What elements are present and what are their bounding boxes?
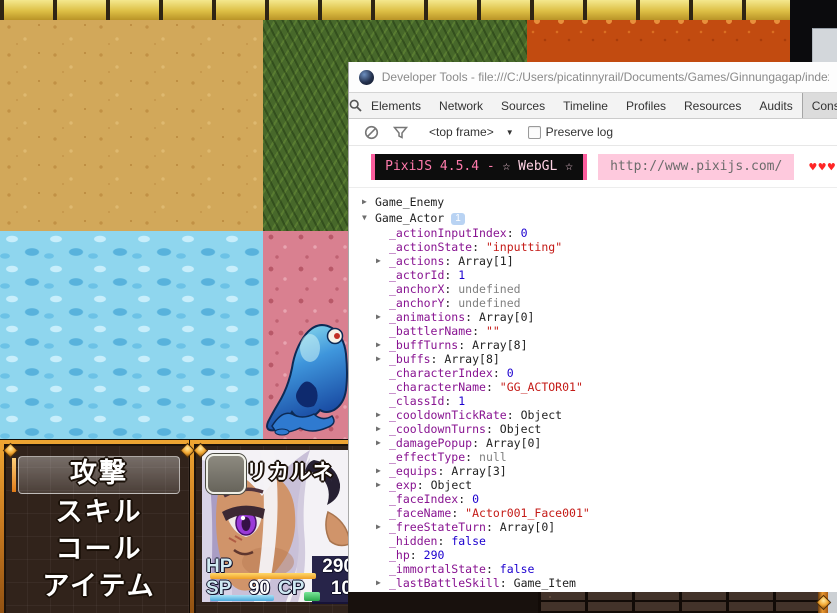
console-property-row[interactable]: _effectType: null — [389, 450, 837, 464]
command-item[interactable]: スキル — [18, 495, 180, 531]
screen: 攻撃 スキル コール アイテム リカルネ HP 290 SP 90 CP 10 … — [0, 0, 837, 613]
console-property-row[interactable]: _faceName: "Actor001_Face001" — [389, 506, 837, 520]
pixi-banner-url: http://www.pixijs.com/ — [598, 154, 795, 180]
command-item[interactable]: 攻撃 — [12, 456, 180, 494]
console-property-row[interactable]: _lastCommandSymbol: "" — [389, 590, 837, 592]
clear-console-icon[interactable] — [364, 125, 379, 140]
console-property-row[interactable]: ▶ _buffTurns: Array[8] — [376, 338, 837, 352]
console-property-row[interactable]: _characterName: "GG_ACTOR01" — [389, 380, 837, 394]
pixi-banner-row: PixiJS 4.5.4 - ☆ WebGL ☆ http://www.pixi… — [349, 146, 837, 188]
console-property-row[interactable]: _hp: 290 — [389, 548, 837, 562]
devtools-tabs: Elements Network Sources Timeline Profiles Re… — [349, 93, 837, 119]
filter-icon[interactable] — [393, 125, 408, 140]
battle-command-window: 攻撃 スキル コール アイテム — [0, 440, 198, 613]
cp-label: CP — [278, 578, 305, 599]
collapse-arrow-icon[interactable]: ▼ — [362, 210, 367, 226]
console-property-row[interactable]: ▶ _animations: Array[0] — [376, 310, 837, 324]
console-property-row[interactable]: _characterIndex: 0 — [389, 366, 837, 380]
background-window-edge — [812, 28, 837, 63]
console-property-row[interactable]: _faceIndex: 0 — [389, 492, 837, 506]
console-property-row[interactable]: _actionState: "inputting" — [389, 240, 837, 254]
status-window-shadow-strip — [348, 592, 538, 613]
expand-arrow-icon[interactable]: ▶ — [376, 352, 381, 366]
window-border-strip — [815, 592, 832, 613]
frame-selector[interactable]: <top frame> — [429, 125, 494, 139]
instance-count-badge: 1 — [451, 213, 465, 225]
tab-network[interactable]: Network — [430, 93, 492, 118]
console-object-tree: ▶ Game_Enemy ▼ Game_Actor 1 _actionInputIndex… — [349, 188, 837, 592]
tab-audits[interactable]: Audits — [750, 93, 801, 118]
battle-status-window: リカルネ HP 290 SP 90 CP 10 — [190, 440, 368, 613]
console-toolbar: <top frame> ▼ Preserve log — [349, 119, 837, 146]
tab-profiles[interactable]: Profiles — [617, 93, 675, 118]
console-property-row[interactable]: ▶ _freeStateTurn: Array[0] — [376, 520, 837, 534]
console-property-row[interactable]: _anchorX: undefined — [389, 282, 837, 296]
expand-arrow-icon[interactable]: ▶ — [376, 464, 381, 478]
console-property-row[interactable]: ▶ _damagePopup: Array[0] — [376, 436, 837, 450]
pixi-banner-pink-block — [582, 154, 588, 180]
map-tile-sand — [0, 20, 263, 231]
actor-state-icon — [206, 454, 246, 494]
expand-arrow-icon[interactable]: ▶ — [362, 194, 367, 210]
tab-resources[interactable]: Resources — [675, 93, 750, 118]
map-tile-brick-strip — [538, 592, 820, 613]
console-property-row[interactable]: _hidden: false — [389, 534, 837, 548]
chevron-down-icon[interactable]: ▼ — [506, 128, 514, 137]
expand-arrow-icon[interactable]: ▶ — [376, 408, 381, 422]
enemy-slime-sprite — [266, 324, 348, 436]
console-property-row[interactable]: _battlerName: "" — [389, 324, 837, 338]
console-property-row[interactable]: ▶ _actions: Array[1] — [376, 254, 837, 268]
console-panel: PixiJS 4.5.4 - ☆ WebGL ☆ http://www.pixi… — [349, 146, 837, 592]
tab-elements[interactable]: Elements — [362, 93, 430, 118]
expand-arrow-icon[interactable]: ▶ — [376, 436, 381, 450]
devtools-app-icon — [359, 69, 374, 85]
actor-name: リカルネ — [246, 460, 334, 484]
console-root-entry[interactable]: ▶ Game_Enemy — [362, 194, 837, 210]
expand-arrow-icon[interactable]: ▶ — [376, 478, 381, 492]
console-property-row[interactable]: ▶ _lastBattleSkill: Game_Item — [376, 576, 837, 590]
tab-sources[interactable]: Sources — [492, 93, 554, 118]
console-property-row[interactable]: ▶ _exp: Object — [376, 478, 837, 492]
console-property-row[interactable]: ▶ _cooldownTurns: Object — [376, 422, 837, 436]
command-item[interactable]: アイテム — [18, 569, 180, 605]
console-property-row[interactable]: ▶ _buffs: Array[8] — [376, 352, 837, 366]
cp-gauge — [304, 592, 320, 601]
devtools-title: Developer Tools - file:///C:/Users/picat… — [381, 70, 829, 84]
battle-command-list: 攻撃 スキル コール アイテム — [12, 456, 186, 606]
command-item[interactable]: コール — [18, 532, 180, 568]
console-property-row[interactable]: _immortalState: false — [389, 562, 837, 576]
devtools-window: Developer Tools - file:///C:/Users/picat… — [348, 62, 837, 592]
map-tile-water — [0, 231, 263, 440]
pixi-banner-hearts: ♥♥♥ — [809, 160, 837, 174]
map-tile-gold-blocks — [0, 0, 790, 20]
console-property-row[interactable]: _anchorY: undefined — [389, 296, 837, 310]
expand-arrow-icon[interactable]: ▶ — [376, 254, 381, 268]
console-root-entry[interactable]: ▼ Game_Actor 1 — [362, 210, 837, 226]
pixi-banner-title: PixiJS 4.5.4 - ☆ WebGL ☆ — [375, 154, 583, 180]
expand-arrow-icon[interactable]: ▶ — [376, 338, 381, 352]
expand-arrow-icon[interactable]: ▶ — [376, 310, 381, 324]
expand-arrow-icon[interactable]: ▶ — [376, 422, 381, 436]
search-icon[interactable] — [349, 93, 362, 118]
preserve-log-label[interactable]: Preserve log — [546, 125, 613, 139]
console-property-row[interactable]: ▶ _equips: Array[3] — [376, 464, 837, 478]
console-property-row[interactable]: _actorId: 1 — [389, 268, 837, 282]
map-tile-orange-carpet — [527, 20, 790, 64]
console-property-row[interactable]: ▶ _cooldownTickRate: Object — [376, 408, 837, 422]
expand-arrow-icon[interactable]: ▶ — [376, 520, 381, 534]
devtools-titlebar[interactable]: Developer Tools - file:///C:/Users/picat… — [349, 62, 837, 93]
console-property-row[interactable]: _classId: 1 — [389, 394, 837, 408]
console-property-row[interactable]: _actionInputIndex: 0 — [389, 226, 837, 240]
preserve-log-checkbox[interactable] — [527, 125, 541, 139]
tab-timeline[interactable]: Timeline — [554, 93, 617, 118]
tab-console[interactable]: Console — [801, 93, 837, 118]
sp-value: 90 — [248, 578, 270, 599]
expand-arrow-icon[interactable]: ▶ — [376, 576, 381, 590]
